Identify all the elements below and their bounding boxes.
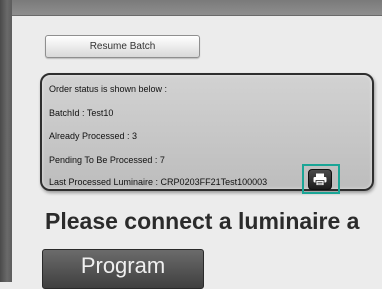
top-frame-bar [12, 0, 382, 16]
connect-luminaire-message: Please connect a luminaire a [45, 208, 360, 234]
printer-icon [313, 173, 327, 186]
order-status-heading: Order status is shown below : [49, 84, 168, 94]
left-frame-bar [0, 0, 12, 282]
already-processed-label: Already Processed : 3 [49, 131, 138, 141]
program-button[interactable]: Program [42, 249, 204, 289]
print-button[interactable] [308, 169, 332, 190]
last-processed-label: Last Processed Luminaire : CRP0203FF21Te… [49, 177, 268, 187]
pending-label: Pending To Be Processed : 7 [49, 155, 165, 165]
resume-batch-button[interactable]: Resume Batch [45, 35, 200, 58]
batch-id-label: BatchId : Test10 [49, 108, 114, 118]
